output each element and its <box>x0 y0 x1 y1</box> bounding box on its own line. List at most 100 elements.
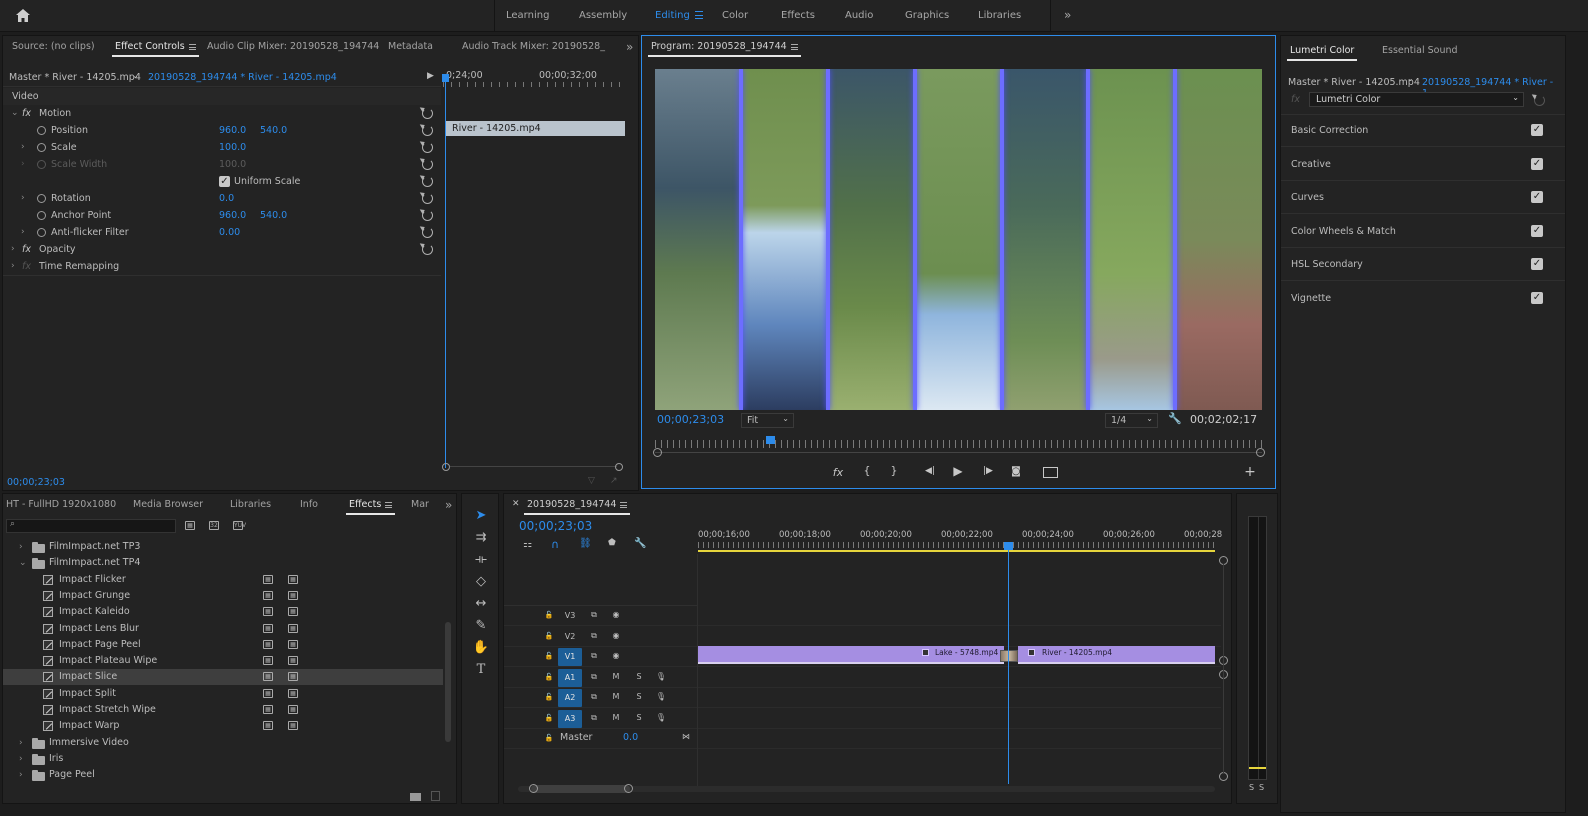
stopwatch-icon[interactable] <box>37 126 46 135</box>
chevron-open-icon[interactable]: ⌄ <box>11 105 19 122</box>
solo-left-label[interactable]: S <box>1249 783 1254 792</box>
lumetri-section-hsl[interactable]: HSL Secondary ✓ <box>1281 248 1565 281</box>
tab-project[interactable]: HT - FullHD 1920x1080 <box>6 494 116 516</box>
effects-search-input[interactable]: ⌕ <box>6 519 176 533</box>
workspace-assembly[interactable]: Assembly <box>579 0 627 32</box>
reset-icon[interactable] <box>422 193 433 204</box>
yuv-effects-icon[interactable]: YUV <box>233 521 246 530</box>
reset-icon[interactable] <box>1534 95 1545 106</box>
play-clip-icon[interactable]: ▶ <box>427 71 434 81</box>
microphone-icon[interactable]: 🎙 <box>653 710 669 726</box>
workspace-menu-icon[interactable] <box>695 11 703 19</box>
eye-icon[interactable]: ◉ <box>608 607 624 623</box>
nest-icon[interactable]: ⚏ <box>523 539 532 550</box>
stopwatch-icon[interactable] <box>37 194 46 203</box>
effects-folder[interactable]: ⌄ FilmImpact.net TP4 <box>3 555 443 571</box>
fx-icon[interactable]: fx <box>22 241 31 258</box>
camera-icon[interactable]: ◙ <box>1008 466 1024 477</box>
lumetri-section-vignette[interactable]: Vignette ✓ <box>1281 282 1565 315</box>
tab-metadata[interactable]: Metadata <box>388 36 433 58</box>
reset-icon[interactable] <box>422 125 433 136</box>
panel-menu-icon[interactable] <box>385 502 393 508</box>
effects-item[interactable]: Impact Slice ▦ ▦ <box>3 669 443 686</box>
uniform-scale-checkbox[interactable]: ✓ <box>219 176 230 187</box>
tab-libraries[interactable]: Libraries <box>230 494 271 516</box>
mark-out-icon[interactable]: } <box>886 464 902 477</box>
chevron-right-icon[interactable]: › <box>21 156 25 173</box>
clip-lake[interactable]: Lake - 5748.mp4 <box>698 646 1004 664</box>
anchor-x-value[interactable]: 960.0 <box>219 207 246 224</box>
effects-item[interactable]: Impact Kaleido ▦ ▦ <box>3 604 443 620</box>
new-folder-icon[interactable] <box>410 793 421 801</box>
mini-timeline[interactable]: 0;24;00 00;00;32;00 River - 14205.mp4 <box>442 70 627 474</box>
program-timeline-ruler[interactable] <box>655 440 1262 448</box>
antiflicker-value[interactable]: 0.00 <box>219 224 240 241</box>
tab-effect-controls[interactable]: Effect Controls <box>112 36 199 58</box>
program-timecode[interactable]: 00;00;23;03 <box>657 413 724 426</box>
chevron-right-icon[interactable]: › <box>19 539 23 555</box>
filter-icon[interactable]: ▽ <box>588 476 595 486</box>
tab-audio-clip-mixer[interactable]: Audio Clip Mixer: 20190528_194744 <box>207 36 379 58</box>
sync-lock-icon[interactable]: ⧉ <box>586 607 602 623</box>
tab-essential-sound[interactable]: Essential Sound <box>1382 40 1458 62</box>
effects-item[interactable]: Impact Stretch Wipe ▦ ▦ <box>3 702 443 718</box>
master-volume-value[interactable]: 0.0 <box>623 732 638 743</box>
step-back-icon[interactable]: ◀| <box>922 466 938 476</box>
tab-markers[interactable]: Mar <box>411 494 429 516</box>
mute-button[interactable]: M <box>608 710 624 726</box>
lumetri-effect-dropdown[interactable]: Lumetri Color ⌄ <box>1309 92 1524 107</box>
snap-icon[interactable]: ∩ <box>551 538 559 551</box>
timeline-playhead[interactable] <box>1008 544 1009 784</box>
work-area-bar[interactable] <box>698 550 1215 552</box>
track-select-tool-icon[interactable]: ⇉ <box>472 529 490 547</box>
tab-audio-track-mixer[interactable]: Audio Track Mixer: 20190528_19474 <box>462 36 606 58</box>
panel-overflow-icon[interactable]: » <box>626 36 633 58</box>
mark-in-icon[interactable]: { <box>859 464 875 477</box>
delete-icon[interactable] <box>431 791 440 801</box>
eye-icon[interactable]: ◉ <box>608 628 624 644</box>
zoom-end-handle[interactable] <box>1256 448 1265 457</box>
stopwatch-icon[interactable] <box>37 228 46 237</box>
workspace-graphics[interactable]: Graphics <box>905 0 949 32</box>
transition-impact-slice[interactable] <box>1000 650 1018 662</box>
position-y-value[interactable]: 540.0 <box>260 122 287 139</box>
panel-overflow-icon[interactable]: » <box>445 494 452 516</box>
chevron-down-icon[interactable]: ⌄ <box>1407 74 1414 83</box>
wrench-icon[interactable]: 🔧 <box>1168 412 1182 425</box>
workspace-learning[interactable]: Learning <box>506 0 549 32</box>
effects-scrollbar[interactable] <box>445 622 451 742</box>
panel-menu-icon[interactable] <box>620 502 628 508</box>
lumetri-section-curves[interactable]: Curves ✓ <box>1281 181 1565 214</box>
chevron-right-icon[interactable]: › <box>21 224 25 241</box>
mute-button[interactable]: M <box>608 669 624 685</box>
hand-tool-icon[interactable]: ✋ <box>472 639 490 657</box>
track-target-v1[interactable]: V1 <box>558 648 582 666</box>
effects-item[interactable]: Impact Plateau Wipe ▦ ▦ <box>3 653 443 669</box>
lock-icon[interactable]: 🔓 <box>541 628 557 644</box>
chevron-right-icon[interactable]: › <box>11 241 15 258</box>
reset-icon[interactable] <box>422 108 433 119</box>
track-target-a3[interactable]: A3 <box>558 709 582 728</box>
section-enable-checkbox[interactable]: ✓ <box>1531 124 1543 136</box>
effects-folder[interactable]: › FilmImpact.net TP3 <box>3 539 443 555</box>
effects-item[interactable]: Impact Lens Blur ▦ ▦ <box>3 621 443 637</box>
opacity-row[interactable]: › fx Opacity <box>3 241 441 258</box>
mini-zoom-end[interactable] <box>615 463 623 471</box>
accelerated-effects-icon[interactable]: ▦ <box>185 521 195 530</box>
effects-folder[interactable]: › Immersive Video <box>3 735 443 751</box>
master-clip-label[interactable]: Master * River - 14205.mp4 <box>9 72 141 83</box>
track-target-v3[interactable]: V3 <box>558 607 582 625</box>
fx-icon[interactable]: fx <box>22 105 31 122</box>
timeline-title[interactable]: 20190528_194744 <box>523 494 631 516</box>
zoom-start-handle[interactable] <box>653 448 662 457</box>
mini-zoom-start[interactable] <box>442 463 450 471</box>
linked-selection-icon[interactable]: ⛓ <box>579 538 592 549</box>
workspace-overflow-icon[interactable]: » <box>1064 0 1071 32</box>
effects-item[interactable]: Impact Grunge ▦ ▦ <box>3 588 443 604</box>
lock-icon[interactable]: 🔓 <box>541 689 557 705</box>
workspace-effects[interactable]: Effects <box>781 0 815 32</box>
sync-lock-icon[interactable]: ⧉ <box>586 669 602 685</box>
lumetri-section-wheels[interactable]: Color Wheels & Match ✓ <box>1281 215 1565 248</box>
solo-button[interactable]: S <box>631 689 647 705</box>
mini-clip[interactable]: River - 14205.mp4 <box>445 121 625 136</box>
